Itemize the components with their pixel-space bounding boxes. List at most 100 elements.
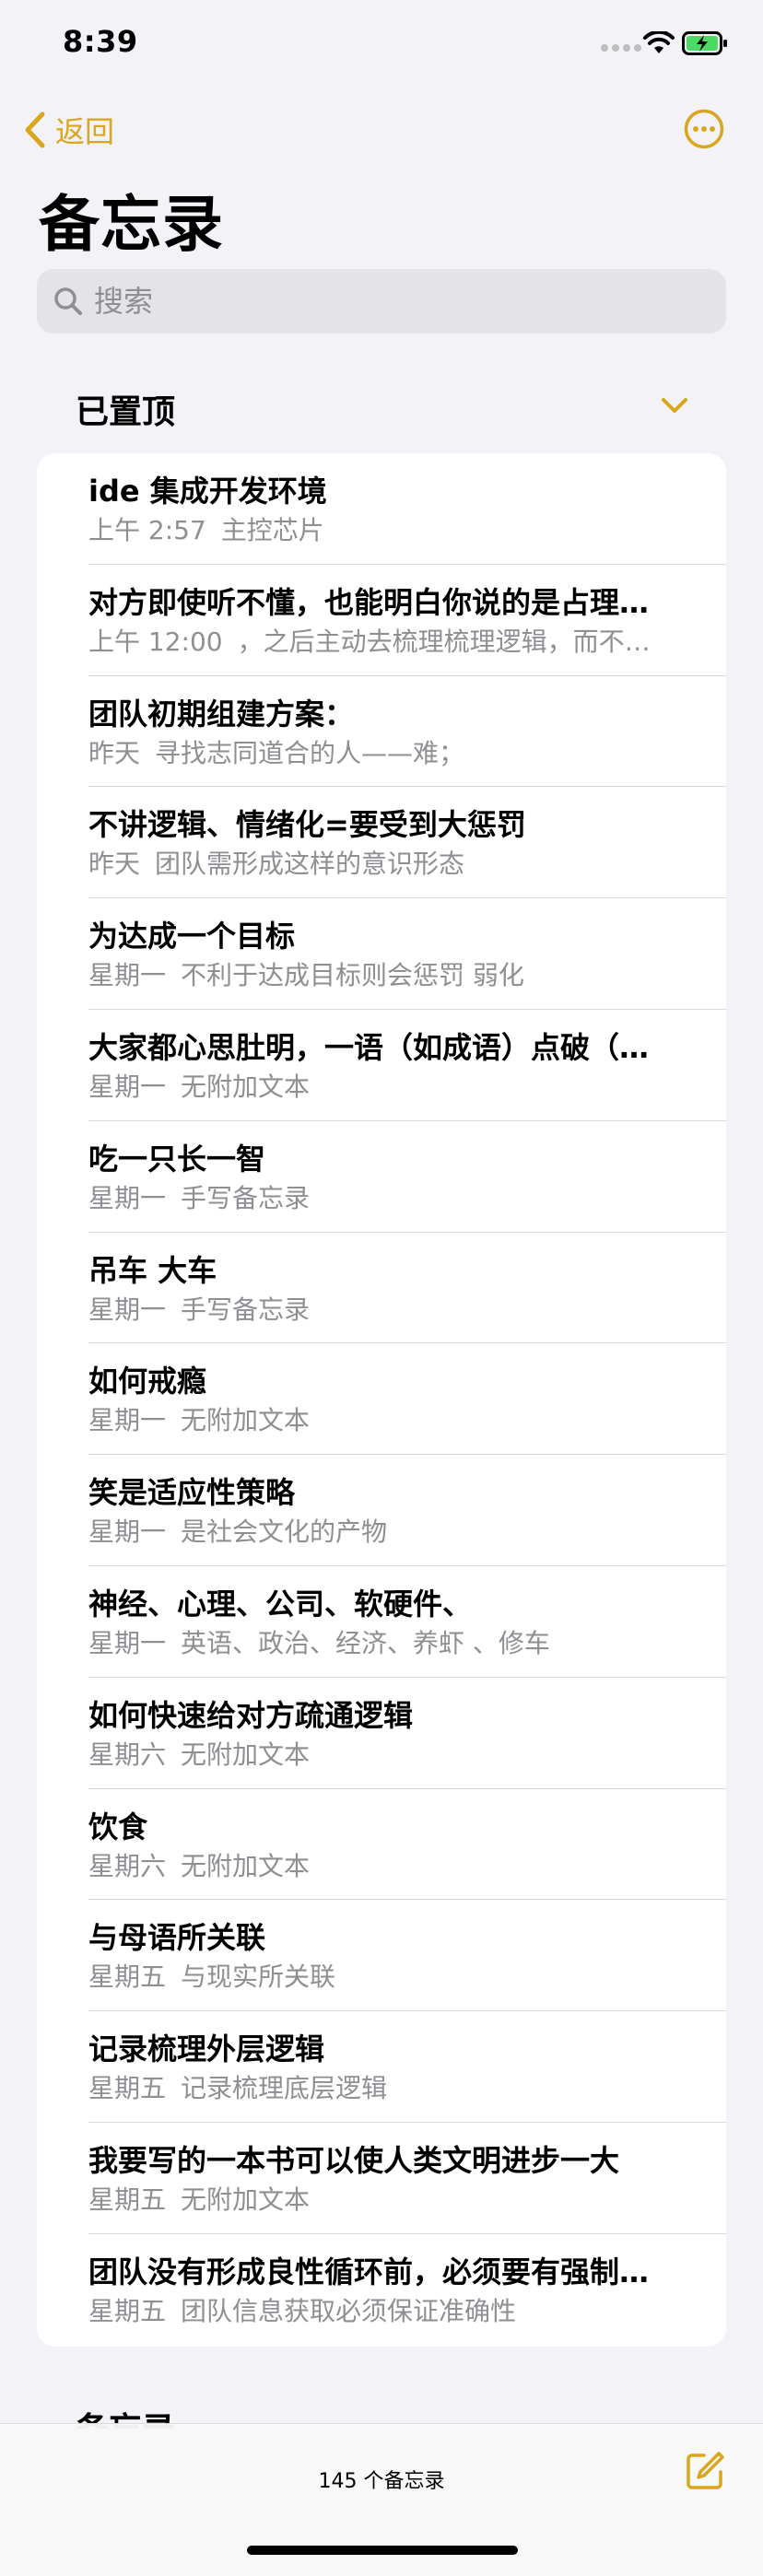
back-chevron-icon [25, 111, 45, 148]
note-preview: 手写备忘录 [181, 1294, 311, 1325]
note-title: 对方即使听不懂，也能明白你说的是占理… [88, 584, 650, 620]
note-date: 昨天 [88, 737, 141, 768]
note-date: 星期一 [88, 1071, 167, 1102]
note-title: 吊车 大车 [88, 1252, 217, 1288]
note-meta: 星期一 无附加文本 [88, 1067, 697, 1104]
status-time: 8:39 [63, 24, 138, 59]
note-preview: 手写备忘录 [181, 1182, 311, 1213]
note-item[interactable]: 神经、心理、公司、软硬件、 星期一 英语、政治、经济、养虾 、修车 [37, 1566, 726, 1678]
pinned-section-header: 已置顶 [76, 393, 176, 431]
note-date: 昨天 [88, 849, 141, 880]
note-date: 星期五 [88, 1961, 167, 1993]
note-preview: 是社会文化的产物 [181, 1516, 388, 1548]
note-preview: 团队需形成这样的意识形态 [155, 849, 465, 880]
note-date: 星期一 [88, 960, 167, 991]
note-title: ide 集成开发环境 [88, 474, 327, 509]
note-item[interactable]: 对方即使听不懂，也能明白你说的是占理… 上午 12:00 ，之后主动去梳理梳理逻辑… [37, 565, 726, 676]
note-date: 星期一 [88, 1405, 167, 1436]
note-title: 团队初期组建方案： [88, 696, 355, 732]
note-preview: ，之后主动去梳理梳理逻辑，而不… [237, 626, 651, 657]
note-title: 记录梳理外层逻辑 [88, 2032, 325, 2067]
note-title: 与母语所关联 [88, 1920, 266, 1956]
note-item[interactable]: 为达成一个目标 星期一 不利于达成目标则会惩罚 弱化 [37, 898, 726, 1010]
search-input[interactable] [92, 283, 686, 320]
note-preview: 无附加文本 [181, 1739, 311, 1770]
note-date: 星期一 [88, 1294, 167, 1325]
note-date: 星期六 [88, 1850, 167, 1881]
note-preview: 寻找志同道合的人——难； [155, 737, 465, 768]
battery-icon [682, 31, 727, 55]
note-date: 星期一 [88, 1516, 167, 1548]
note-title: 我要写的一本书可以使人类文明进步一大 [88, 2142, 620, 2178]
note-date: 星期五 [88, 2073, 167, 2104]
note-preview: 记录梳理底层逻辑 [181, 2073, 388, 2104]
note-item[interactable]: 记录梳理外层逻辑 星期五 记录梳理底层逻辑 [37, 2011, 726, 2123]
note-title: 大家都心思肚明，一语（如成语）点破（… [88, 1029, 650, 1065]
more-icon[interactable] [684, 109, 724, 149]
note-meta: 星期一 手写备忘录 [88, 1290, 697, 1327]
note-title: 如何快速给对方疏通逻辑 [88, 1697, 414, 1733]
note-item[interactable]: 我要写的一本书可以使人类文明进步一大 星期五 无附加文本 [37, 2123, 726, 2234]
note-meta: 星期五 与现实所关联 [88, 1957, 697, 1994]
note-item[interactable]: 大家都心思肚明，一语（如成语）点破（… 星期一 无附加文本 [37, 1010, 726, 1121]
navigation-bar: 返回 [0, 100, 763, 160]
note-date: 上午 12:00 [88, 626, 223, 657]
note-preview: 无附加文本 [181, 1405, 311, 1436]
search-bar[interactable] [37, 269, 726, 334]
note-item[interactable]: 团队没有形成良性循环前，必须要有强制… 星期五 团队信息获取必须保证准确性 [37, 2234, 726, 2346]
note-meta: 星期一 不利于达成目标则会惩罚 弱化 [88, 955, 697, 992]
note-meta: 星期一 是社会文化的产物 [88, 1512, 697, 1549]
note-date: 星期五 [88, 2184, 167, 2215]
note-meta: 星期六 无附加文本 [88, 1735, 697, 1772]
note-title: 饮食 [88, 1809, 148, 1844]
note-meta: 星期五 团队信息获取必须保证准确性 [88, 2291, 697, 2328]
note-item[interactable]: 不讲逻辑、情绪化=要受到大惩罚 昨天 团队需形成这样的意识形态 [37, 787, 726, 898]
home-indicator [247, 2546, 518, 2555]
note-item[interactable]: 吊车 大车 星期一 手写备忘录 [37, 1233, 726, 1344]
note-count: 145 个备忘录 [318, 2470, 445, 2493]
note-meta: 星期六 无附加文本 [88, 1846, 697, 1883]
note-preview: 无附加文本 [181, 2184, 311, 2215]
compose-icon[interactable] [684, 2450, 726, 2492]
note-meta: 上午 2:57 主控芯片 [88, 510, 697, 547]
note-title: 笑是适应性策略 [88, 1475, 296, 1511]
note-meta: 昨天 寻找志同道合的人——难； [88, 733, 697, 770]
note-item[interactable]: 笑是适应性策略 星期一 是社会文化的产物 [37, 1455, 726, 1566]
note-item[interactable]: 饮食 星期六 无附加文本 [37, 1789, 726, 1901]
note-title: 如何戒瘾 [88, 1364, 207, 1399]
note-item[interactable]: 与母语所关联 星期五 与现实所关联 [37, 1900, 726, 2011]
chevron-down-icon[interactable] [660, 394, 689, 416]
signal-icon [601, 44, 641, 52]
note-item[interactable]: 如何戒瘾 星期一 无附加文本 [37, 1343, 726, 1455]
note-title: 神经、心理、公司、软硬件、 [88, 1586, 473, 1622]
back-button[interactable]: 返回 [22, 109, 114, 151]
note-preview: 英语、政治、经济、养虾 、修车 [181, 1627, 550, 1658]
note-title: 不讲逻辑、情绪化=要受到大惩罚 [88, 807, 526, 843]
note-preview: 主控芯片 [220, 515, 324, 545]
note-meta: 星期一 无附加文本 [88, 1400, 697, 1437]
note-meta: 昨天 团队需形成这样的意识形态 [88, 844, 697, 881]
note-preview: 与现实所关联 [181, 1961, 336, 1993]
page-title: 备忘录 [39, 189, 224, 260]
pinned-notes-list: ide 集成开发环境 上午 2:57 主控芯片 对方即使听不懂，也能明白你说的是占… [37, 453, 726, 2347]
back-label: 返回 [55, 114, 115, 149]
note-date: 星期五 [88, 2295, 167, 2326]
note-date: 星期一 [88, 1182, 167, 1213]
note-meta: 星期五 无附加文本 [88, 2180, 697, 2217]
note-item[interactable]: 如何快速给对方疏通逻辑 星期六 无附加文本 [37, 1678, 726, 1789]
search-icon [54, 287, 82, 315]
note-meta: 上午 12:00 ，之后主动去梳理梳理逻辑，而不… [88, 622, 697, 659]
note-item[interactable]: 团队初期组建方案： 昨天 寻找志同道合的人——难； [37, 676, 726, 788]
note-date: 星期六 [88, 1739, 167, 1770]
note-item[interactable]: 吃一只长一智 星期一 手写备忘录 [37, 1121, 726, 1233]
note-preview: 团队信息获取必须保证准确性 [181, 2295, 517, 2326]
status-bar: 8:39 [0, 0, 763, 88]
note-preview: 不利于达成目标则会惩罚 弱化 [181, 960, 524, 991]
wifi-icon [643, 31, 675, 53]
note-title: 为达成一个目标 [88, 919, 296, 954]
note-title: 团队没有形成良性循环前，必须要有强制… [88, 2254, 650, 2289]
note-date: 星期一 [88, 1627, 167, 1658]
note-date: 上午 2:57 [88, 515, 206, 545]
bottom-toolbar: 145 个备忘录 [0, 2423, 763, 2576]
note-item[interactable]: ide 集成开发环境 上午 2:57 主控芯片 [37, 453, 726, 565]
